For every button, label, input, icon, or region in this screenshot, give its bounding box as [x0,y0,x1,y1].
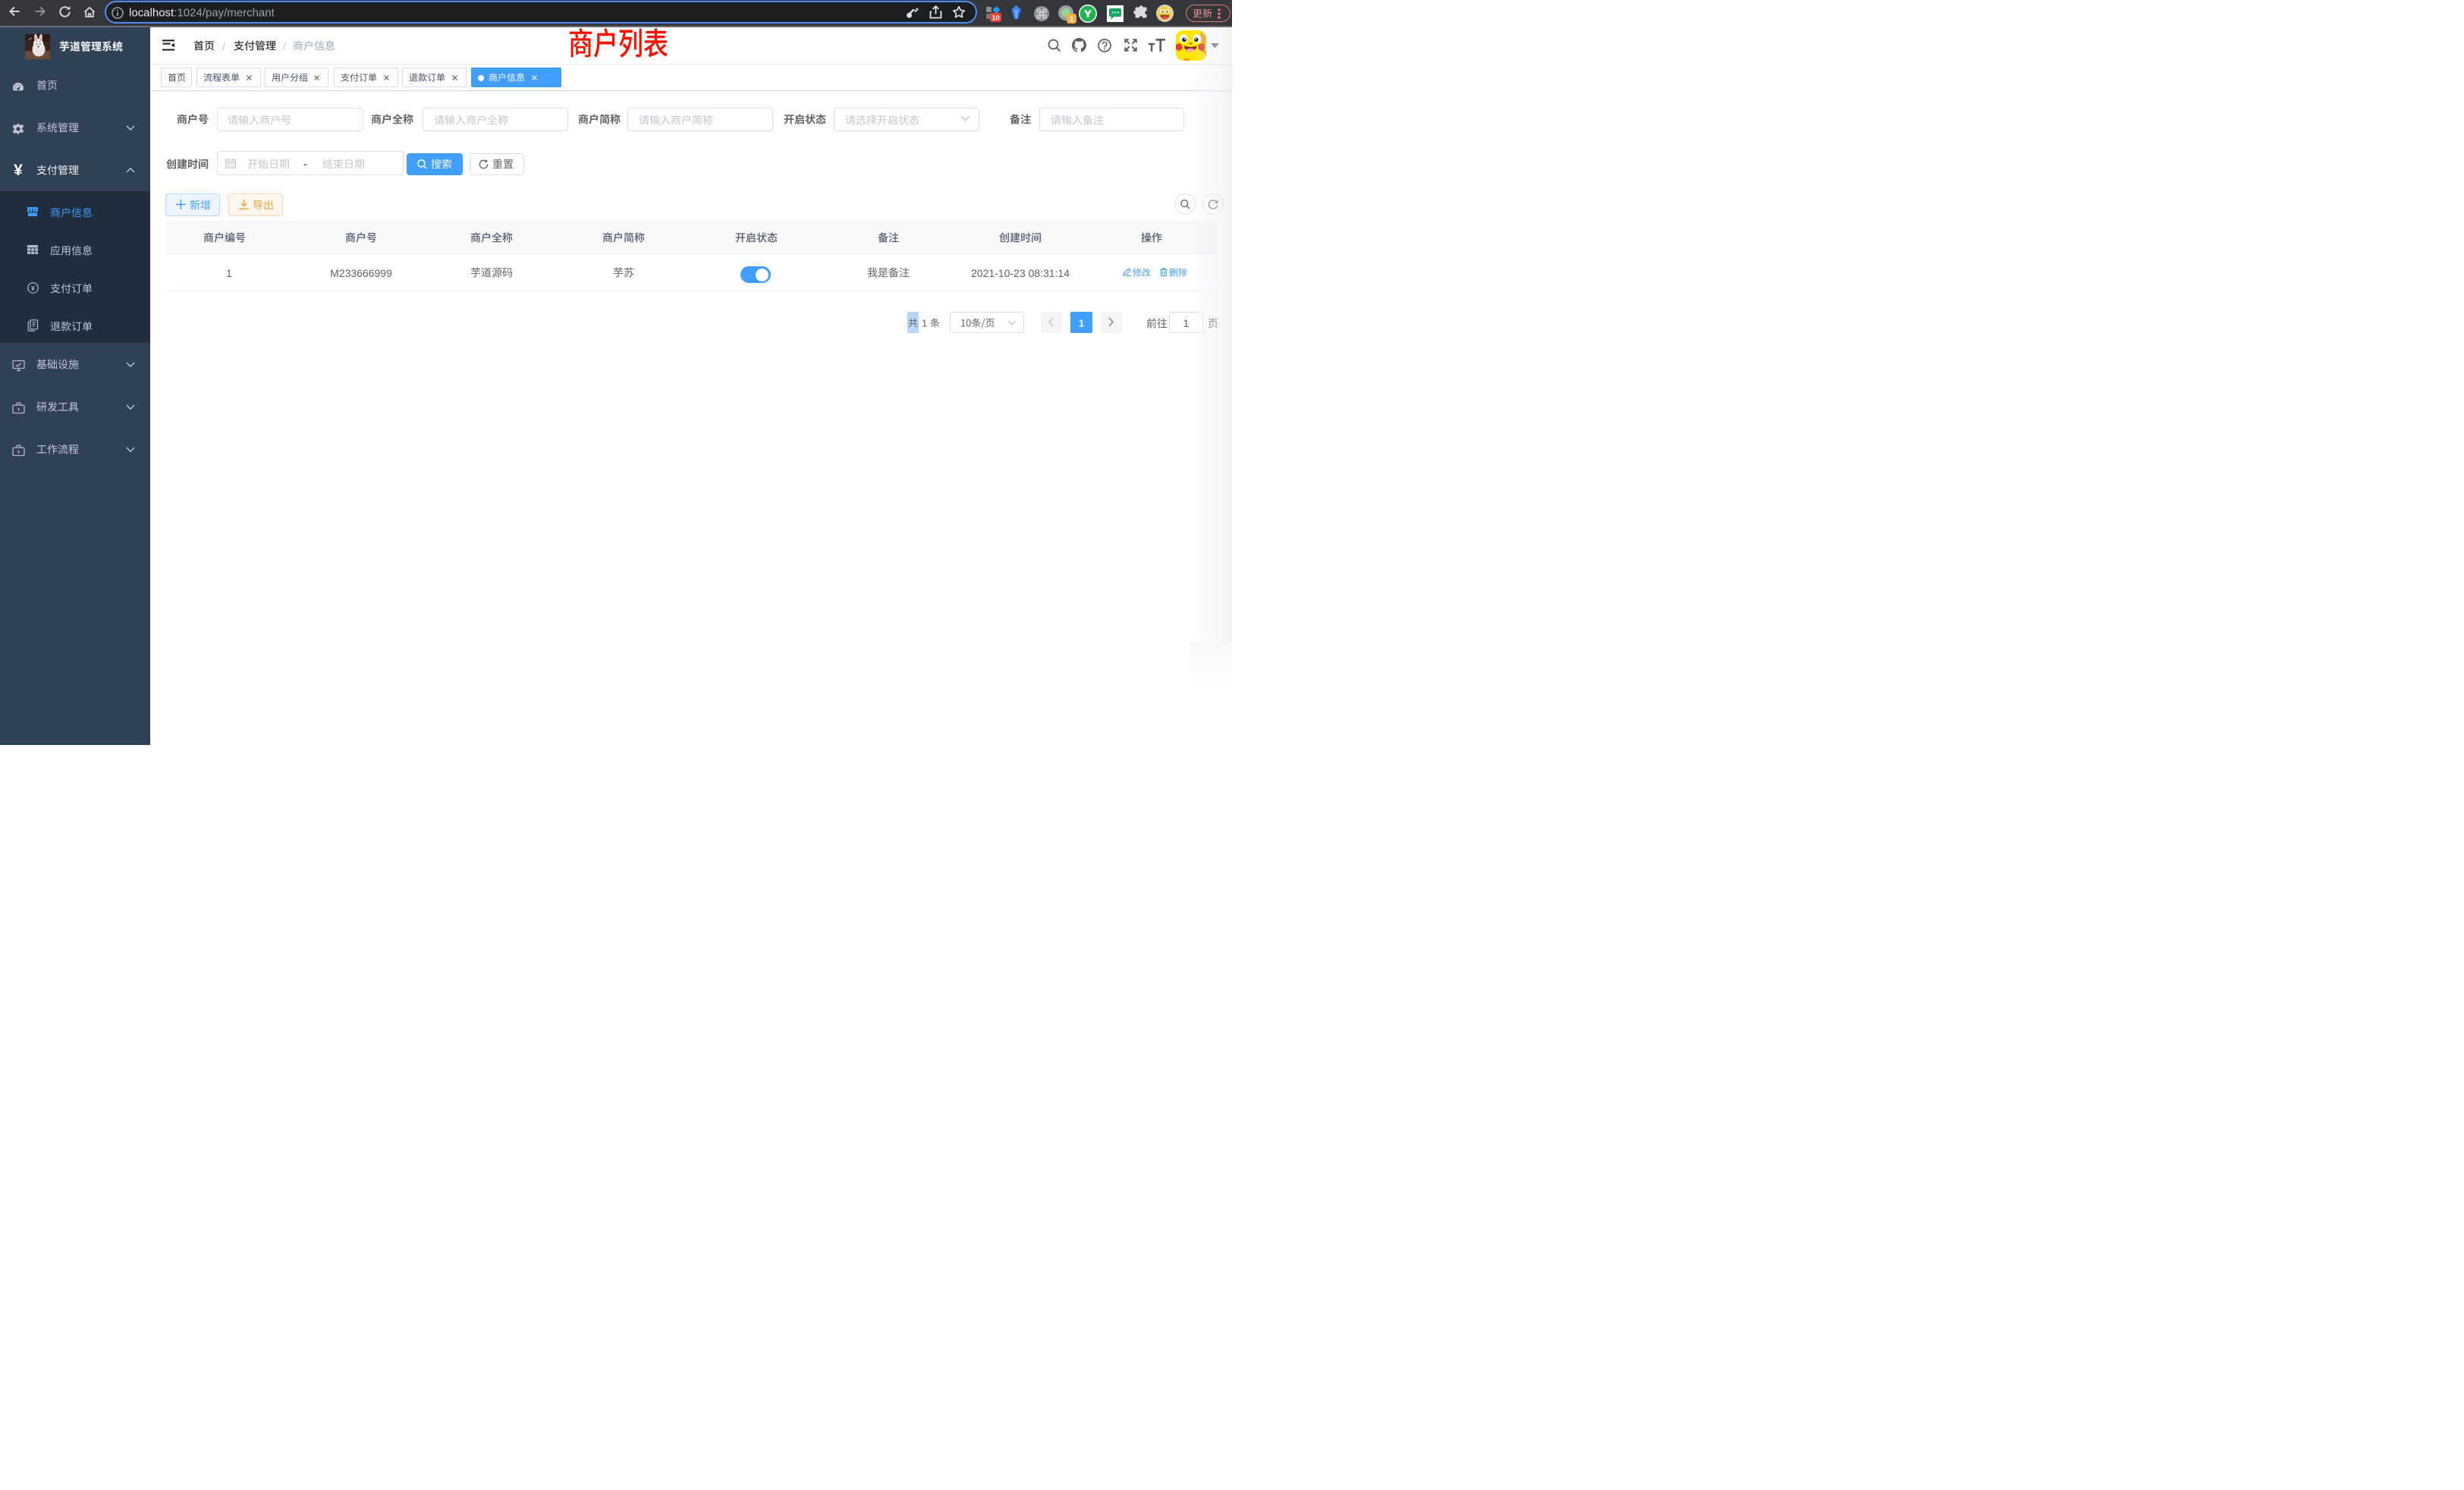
svg-text:10: 10 [992,14,1000,23]
svg-text:¥: ¥ [31,284,35,292]
svg-text:1: 1 [1070,16,1074,24]
